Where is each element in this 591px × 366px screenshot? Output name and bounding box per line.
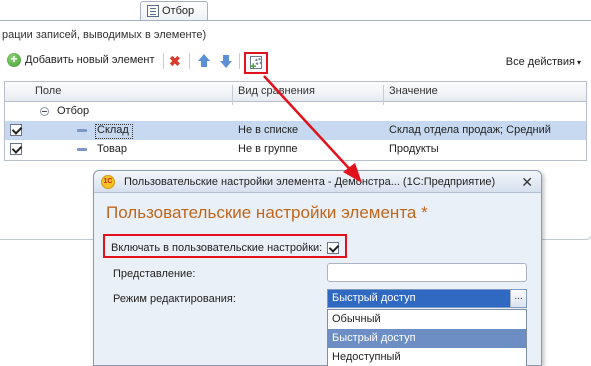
arrow-line — [263, 75, 357, 177]
callout-arrow — [263, 75, 362, 183]
